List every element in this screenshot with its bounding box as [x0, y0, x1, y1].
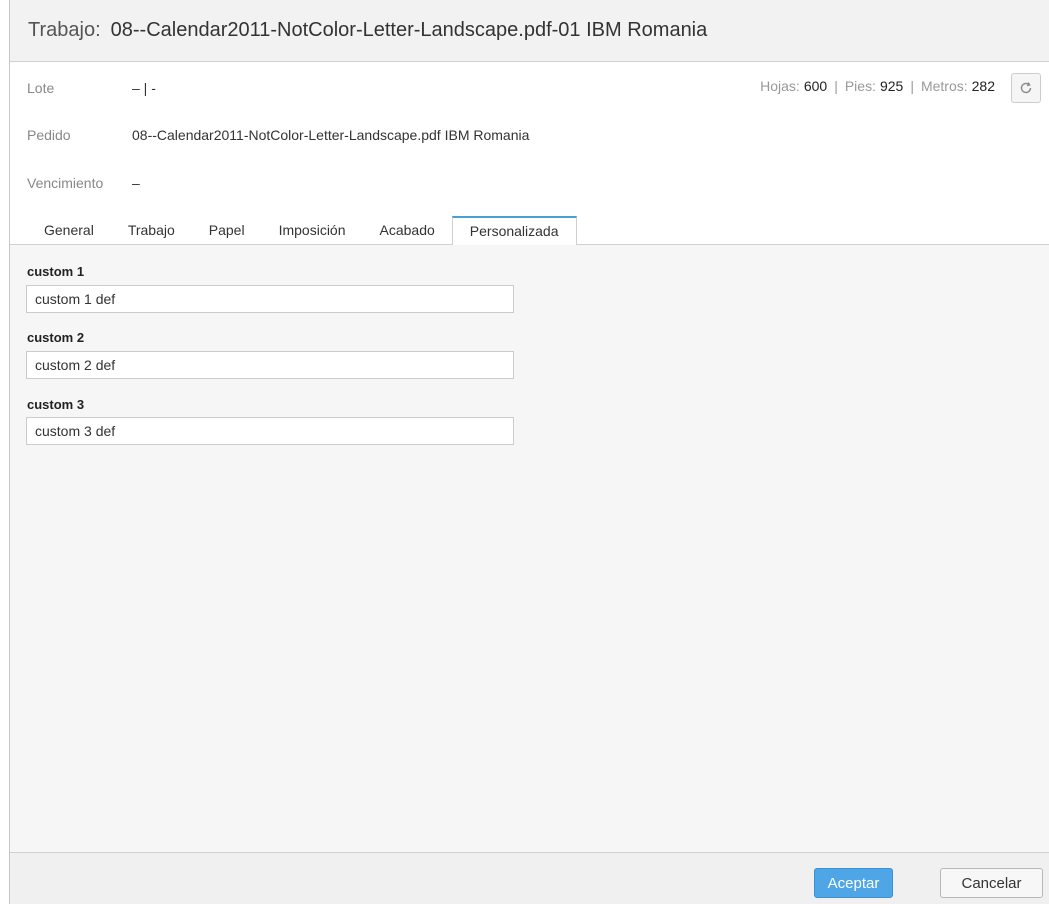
- tab-trabajo[interactable]: Trabajo: [111, 216, 192, 245]
- pedido-value: 08--Calendar2011-NotColor-Letter-Landsca…: [132, 127, 530, 143]
- lote-value: – | -: [132, 80, 156, 96]
- vencimiento-row: Vencimiento –: [27, 175, 140, 191]
- pedido-label: Pedido: [27, 127, 71, 143]
- job-properties-dialog: Trabajo: 08--Calendar2011-NotColor-Lette…: [9, 0, 1049, 904]
- tab-acabado[interactable]: Acabado: [363, 216, 452, 245]
- accept-button[interactable]: Aceptar: [814, 868, 893, 898]
- counts-separator: |: [834, 78, 838, 94]
- custom-2-label: custom 2: [27, 330, 85, 345]
- counts-separator: |: [910, 78, 914, 94]
- refresh-icon: [1020, 82, 1032, 94]
- dialog-header: Trabajo: 08--Calendar2011-NotColor-Lette…: [10, 0, 1049, 62]
- pies-value: 925: [879, 78, 904, 94]
- job-counts: Hojas: 600 | Pies: 925 | Metros: 282: [760, 78, 995, 94]
- refresh-button[interactable]: [1011, 73, 1041, 103]
- cancel-button[interactable]: Cancelar: [940, 868, 1043, 898]
- vencimiento-value: –: [132, 175, 140, 191]
- tab-personalizada[interactable]: Personalizada: [451, 216, 577, 246]
- custom-1-label: custom 1: [27, 264, 85, 279]
- custom-fields-panel: custom 1 custom 2 custom 3: [10, 245, 1049, 852]
- custom-3-input[interactable]: [26, 417, 514, 445]
- tab-imposicion[interactable]: Imposición: [262, 216, 363, 245]
- custom-2-input[interactable]: [26, 351, 514, 379]
- lote-row: Lote – | -: [27, 80, 156, 96]
- tab-bar: General Trabajo Papel Imposición Acabado…: [10, 216, 1049, 246]
- metros-label: Metros:: [920, 78, 968, 94]
- custom-1-input[interactable]: [26, 285, 514, 313]
- pies-label: Pies:: [844, 78, 876, 94]
- custom-3-label: custom 3: [27, 397, 85, 412]
- vencimiento-label: Vencimiento: [27, 175, 104, 191]
- tab-papel[interactable]: Papel: [192, 216, 262, 245]
- dialog-title-label: Trabajo:: [28, 19, 101, 41]
- tab-general[interactable]: General: [27, 216, 111, 245]
- hojas-value: 600: [803, 78, 828, 94]
- pedido-row: Pedido 08--Calendar2011-NotColor-Letter-…: [27, 127, 529, 143]
- dialog-footer: Aceptar Cancelar: [10, 852, 1049, 904]
- lote-label: Lote: [27, 80, 55, 96]
- hojas-label: Hojas:: [760, 78, 800, 94]
- metros-value: 282: [971, 78, 995, 94]
- dialog-title: 08--Calendar2011-NotColor-Letter-Landsca…: [110, 19, 708, 41]
